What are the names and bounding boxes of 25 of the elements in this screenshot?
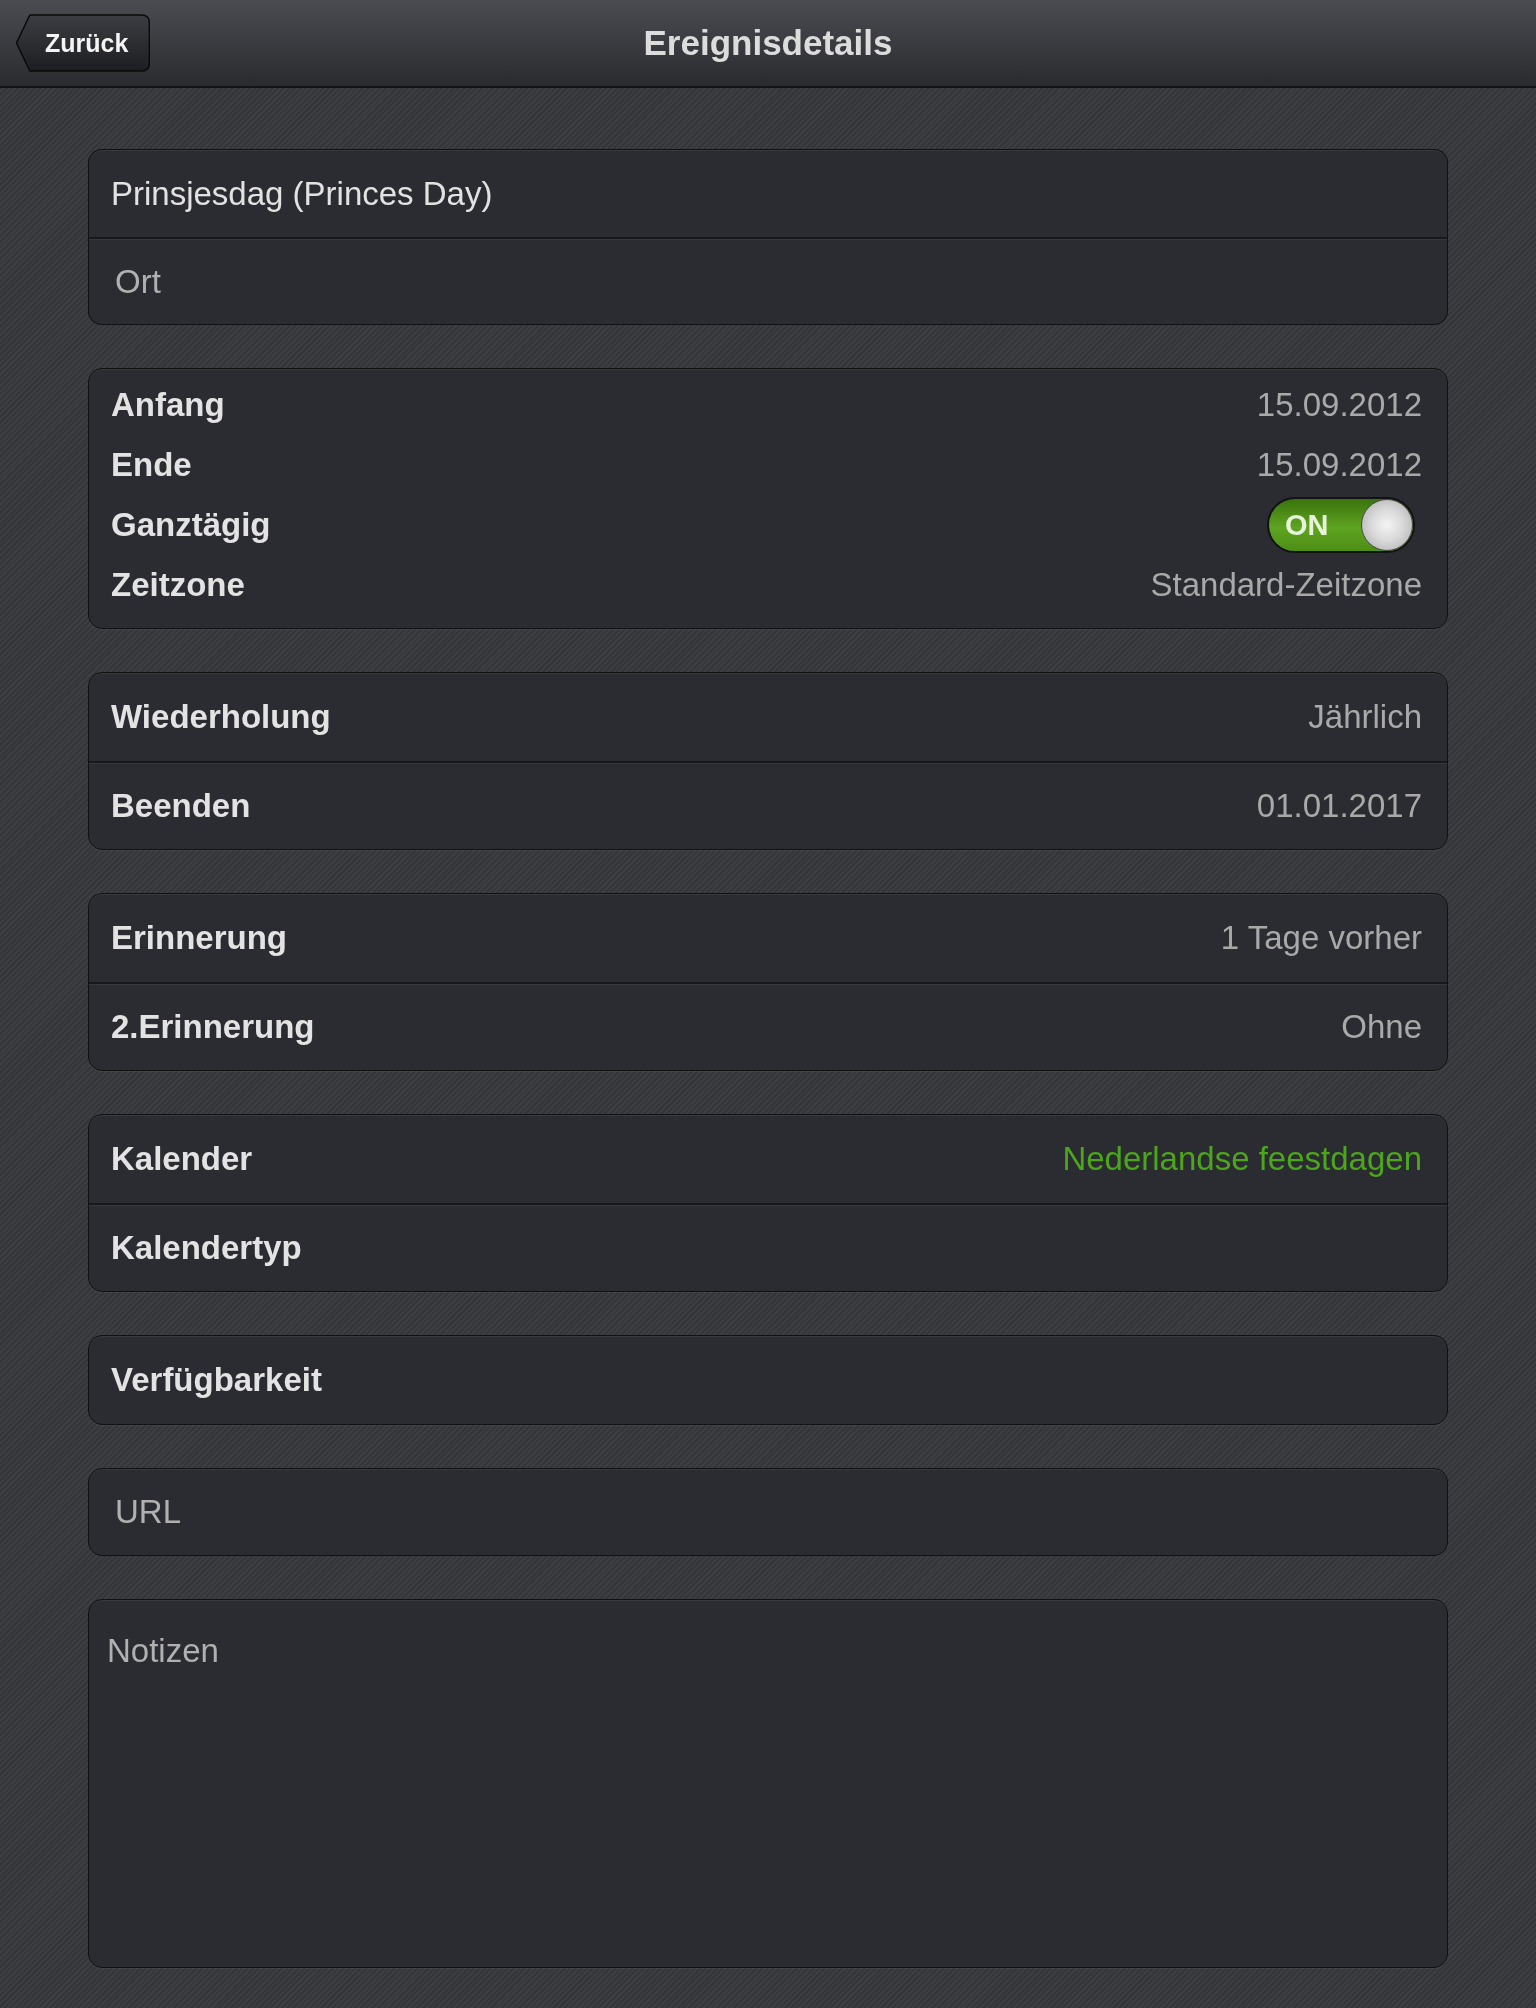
text-field[interactable]: Prinsjesdag (Princes Day)	[88, 149, 1448, 237]
setting-label: Zeitzone	[111, 566, 245, 604]
setting-value: 15.09.2012	[1256, 446, 1422, 484]
setting-value: Ohne	[1341, 1008, 1422, 1046]
setting-label: Erinnerung	[111, 919, 287, 957]
setting-label: 2.Erinnerung	[111, 1008, 315, 1046]
notes-field[interactable]: Notizen	[88, 1599, 1448, 1968]
setting-label: Kalendertyp	[111, 1229, 302, 1267]
setting-value: 15.09.2012	[1256, 386, 1422, 424]
setting-label: Ende	[111, 446, 192, 484]
setting-value: Standard-Zeitzone	[1150, 566, 1422, 604]
setting-value: 01.01.2017	[1256, 787, 1422, 825]
setting-label: Beenden	[111, 787, 251, 825]
page-title: Ereignisdetails	[643, 23, 893, 63]
setting-label: Verfügbarkeit	[111, 1361, 322, 1399]
text-field[interactable]: URL	[88, 1468, 1448, 1556]
setting-value: Jährlich	[1308, 698, 1422, 736]
setting-value: Nederlandse feestdagen	[1062, 1140, 1422, 1178]
setting-value: 1 Tage vorher	[1220, 919, 1422, 957]
text-field[interactable]: Ort	[88, 237, 1448, 325]
setting-label: Wiederholung	[111, 698, 331, 736]
back-button[interactable]: Zurück	[15, 14, 151, 72]
setting-label: Ganztägig	[111, 506, 271, 544]
setting-label: Anfang	[111, 386, 225, 424]
setting-label: Kalender	[111, 1140, 253, 1178]
